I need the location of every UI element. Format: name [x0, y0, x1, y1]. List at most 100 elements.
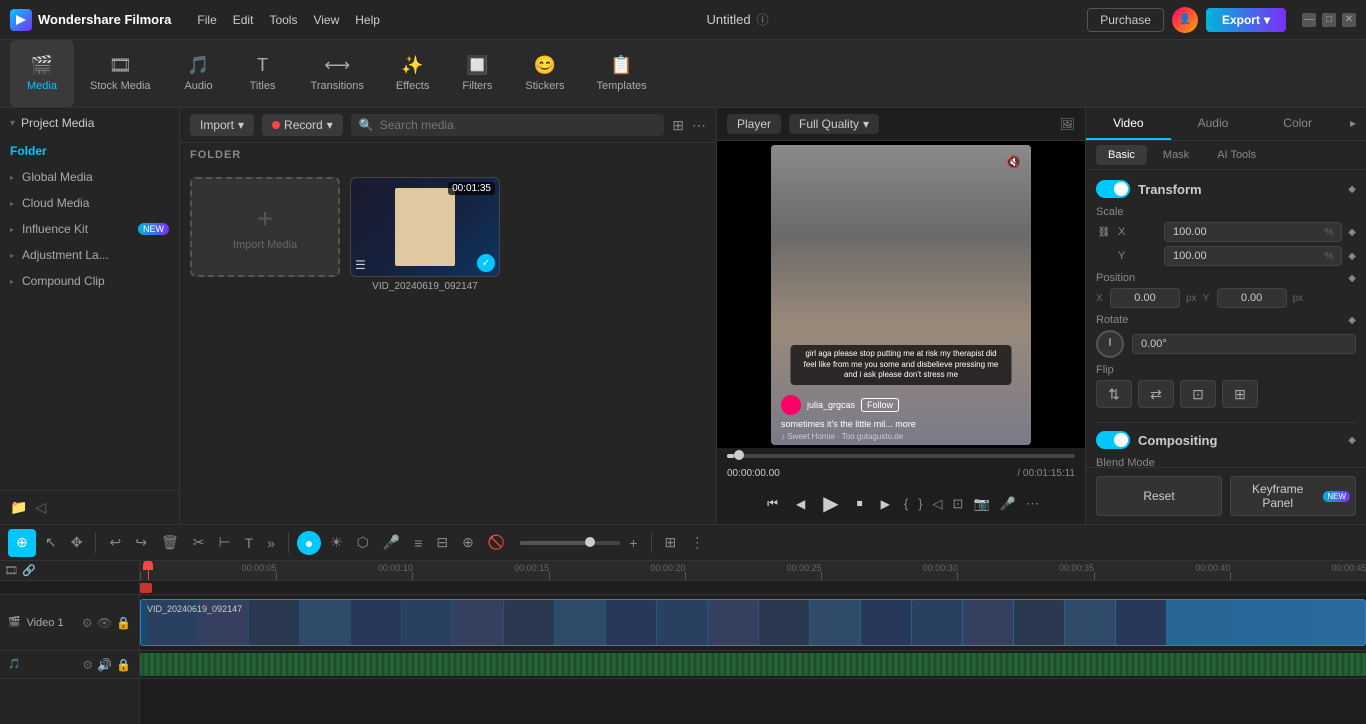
title-info-icon[interactable]: ⓘ [757, 11, 769, 28]
subtab-basic[interactable]: Basic [1096, 145, 1147, 165]
search-bar[interactable]: 🔍 [351, 114, 665, 136]
audio-track-lock[interactable]: 🔒 [116, 658, 131, 672]
flip-h-button[interactable]: ⇅ [1096, 380, 1132, 408]
video-track-lock[interactable]: 🔒 [116, 616, 131, 630]
voiceover-button[interactable]: 🎤 [1000, 496, 1016, 512]
keyframe-panel-button[interactable]: Keyframe Panel NEW [1230, 476, 1356, 516]
video-track-add-icon[interactable]: 🎬 [8, 617, 20, 628]
panel-item-global-media[interactable]: ▸Global Media [0, 164, 179, 190]
flip-v-button[interactable]: ⇄ [1138, 380, 1174, 408]
purchase-button[interactable]: Purchase [1087, 8, 1164, 32]
scale-x-keyframe[interactable]: ◆ [1348, 227, 1356, 238]
add-track-btn[interactable]: + [624, 532, 642, 554]
filter-icon[interactable]: ⊞ [672, 117, 684, 134]
preview-snap-icon[interactable]: 🖼 [1060, 117, 1075, 131]
toolbar-item-filters[interactable]: 🔲Filters [445, 40, 509, 107]
subtab-aitools[interactable]: AI Tools [1205, 145, 1268, 165]
audio-track-mute[interactable]: 🔊 [97, 658, 112, 672]
tab-video[interactable]: Video [1086, 108, 1171, 140]
toolbar-item-audio[interactable]: 🎵Audio [167, 40, 231, 107]
panel-item-cloud-media[interactable]: ▸Cloud Media [0, 190, 179, 216]
toolbar-item-stock[interactable]: 🎞Stock Media [74, 40, 167, 107]
next-marker-button[interactable]: ⊡ [953, 496, 964, 512]
frame-fwd-button[interactable]: ▶ [877, 493, 894, 515]
reset-button[interactable]: Reset [1096, 476, 1222, 516]
menu-item-file[interactable]: File [189, 9, 224, 31]
position-keyframe[interactable]: ◆ [1348, 273, 1356, 284]
minus-btn[interactable]: 🚫 [483, 531, 510, 554]
toolbar-item-effects[interactable]: ✨Effects [380, 40, 445, 107]
preview-progress-bar[interactable] [727, 454, 1075, 458]
timeline-scroll-area[interactable]: 00:00:0000:00:0500:00:1000:00:1500:00:20… [140, 561, 1366, 724]
grid-btn[interactable]: ⊞ [660, 531, 682, 554]
transform-toggle[interactable] [1096, 180, 1130, 198]
more-ctrl-button[interactable]: ⋯ [1026, 496, 1039, 512]
toolbar-item-titles[interactable]: TTitles [231, 40, 295, 107]
out-point-button[interactable]: } [918, 496, 922, 511]
cut-btn[interactable]: ✂ [188, 531, 210, 554]
maximize-button[interactable]: □ [1322, 13, 1336, 27]
tab-color[interactable]: Color [1255, 108, 1340, 140]
flip-rotate-ccw-button[interactable]: ⊞ [1222, 380, 1258, 408]
toolbar-item-stickers[interactable]: 😊Stickers [509, 40, 580, 107]
pos-y-value[interactable]: 0.00 [1217, 288, 1287, 308]
search-input[interactable] [380, 118, 657, 132]
ripple-tool[interactable]: ✥ [66, 531, 88, 554]
add-folder-icon[interactable]: 📁 [10, 499, 27, 516]
player-button[interactable]: Player [727, 114, 781, 134]
unmute-icon[interactable]: 🔇 [1006, 155, 1021, 169]
play-button[interactable]: ▶ [819, 487, 842, 520]
link-btn[interactable]: 🔗 [22, 564, 36, 577]
skip-back-button[interactable]: ⏮ [763, 492, 782, 515]
menu-item-edit[interactable]: Edit [225, 9, 262, 31]
in-point-button[interactable]: { [904, 496, 908, 511]
scale-x-value-box[interactable]: 100.00 % [1164, 222, 1342, 242]
snapshot-button[interactable]: 📷 [973, 496, 989, 512]
video-track-mute[interactable]: 👁 [97, 616, 112, 630]
subtab-mask[interactable]: Mask [1151, 145, 1201, 165]
prev-marker-button[interactable]: ◁ [933, 496, 943, 512]
scale-y-keyframe[interactable]: ◆ [1348, 251, 1356, 262]
speed-btn[interactable]: ⊕ [457, 531, 479, 554]
user-avatar[interactable]: 👤 [1172, 7, 1198, 33]
collapse-icon[interactable]: ◁ [35, 499, 46, 516]
sun-btn[interactable]: ☀ [325, 531, 348, 554]
zoom-slider[interactable] [520, 541, 620, 545]
rotate-keyframe[interactable]: ◆ [1348, 315, 1356, 326]
menu-item-view[interactable]: View [305, 9, 347, 31]
toolbar-item-templates[interactable]: 📋Templates [580, 40, 662, 107]
close-button[interactable]: ✕ [1342, 13, 1356, 27]
video-clip[interactable]: VID_20240619_092147 [140, 599, 1366, 646]
stop-button[interactable]: ⏹ [853, 492, 867, 515]
snap-toggle[interactable]: ⊕ [8, 529, 36, 557]
record-button[interactable]: Record ▾ [262, 114, 343, 136]
split-track-btn[interactable]: ⊟ [431, 531, 453, 554]
compositing-toggle[interactable] [1096, 431, 1130, 449]
play-head-btn[interactable]: ● [297, 531, 321, 555]
group-btn[interactable]: ≡ [409, 532, 427, 554]
panel-item-adjustment-la...[interactable]: ▸Adjustment La... [0, 242, 179, 268]
flip-rotate-cw-button[interactable]: ⊡ [1180, 380, 1216, 408]
tab-audio[interactable]: Audio [1171, 108, 1256, 140]
toolbar-item-media[interactable]: 🎬Media [10, 40, 74, 107]
split-btn[interactable]: ⊢ [213, 531, 235, 554]
audio-clip[interactable] [140, 653, 1366, 676]
folder-item[interactable]: Folder [0, 138, 179, 164]
menu-item-help[interactable]: Help [347, 9, 388, 31]
minimize-button[interactable]: — [1302, 13, 1316, 27]
tl-more-btn[interactable]: ⋮ [685, 531, 709, 554]
video-thumb[interactable]: 00:01:35 ☰ ✓ [350, 177, 500, 277]
add-media-btn[interactable]: 🎞 [4, 564, 18, 577]
shield-btn[interactable]: ⬡ [352, 531, 374, 554]
preview-follow-label[interactable]: Follow [861, 398, 899, 412]
panel-item-compound-clip[interactable]: ▸Compound Clip [0, 268, 179, 294]
preview-progress-thumb[interactable] [734, 450, 744, 460]
redo-btn[interactable]: ↪ [130, 531, 152, 554]
import-button[interactable]: Import ▾ [190, 114, 254, 136]
undo-btn[interactable]: ↩ [104, 531, 126, 554]
quality-button[interactable]: Full Quality ▾ [789, 114, 879, 134]
audio-track-settings[interactable]: ⚙ [82, 658, 93, 672]
select-tool[interactable]: ↖ [40, 531, 62, 554]
transform-keyframe-icon[interactable]: ◆ [1348, 184, 1356, 195]
video-track-settings[interactable]: ⚙ [82, 616, 93, 630]
